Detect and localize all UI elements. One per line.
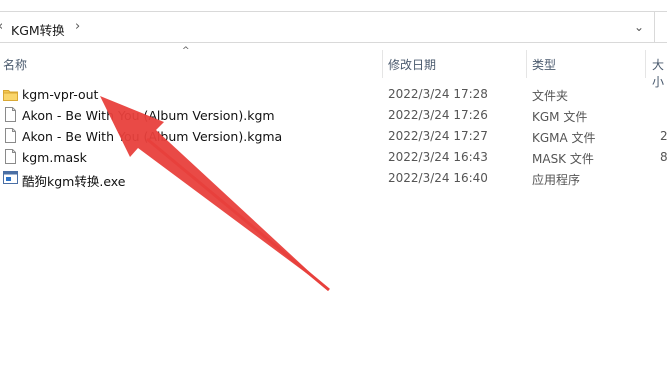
breadcrumb-current-folder[interactable]: KGM转换 (11, 20, 65, 39)
column-divider[interactable] (382, 50, 383, 78)
column-divider[interactable] (526, 50, 527, 78)
column-divider[interactable] (645, 50, 646, 78)
file-type: 文件夹 (532, 89, 569, 103)
file-row[interactable]: 酷狗kgm转换.exe 2022/3/24 16:40 应用程序 (0, 168, 667, 189)
file-type: KGM 文件 (532, 110, 588, 124)
file-type: MASK 文件 (532, 152, 594, 166)
file-date: 2022/3/24 17:28 (388, 87, 488, 101)
column-header-name[interactable]: 名称 (3, 56, 27, 73)
breadcrumb-chevron-icon[interactable]: › (75, 19, 80, 34)
file-type: KGMA 文件 (532, 131, 596, 145)
file-row[interactable]: Akon - Be With You (Album Version).kgm 2… (0, 105, 667, 126)
exe-icon (3, 171, 18, 184)
file-row[interactable]: kgm-vpr-out 2022/3/24 17:28 文件夹 (0, 84, 667, 105)
address-dropdown-icon[interactable]: ⌄ (634, 20, 644, 34)
file-row[interactable]: kgm.mask 2022/3/24 16:43 MASK 文件 8 (0, 147, 667, 168)
file-date: 2022/3/24 17:27 (388, 129, 488, 143)
file-size: 8 (660, 150, 667, 164)
file-icon (5, 128, 16, 143)
file-date: 2022/3/24 16:43 (388, 150, 488, 164)
file-name[interactable]: Akon - Be With You (Album Version).kgm (22, 108, 275, 123)
back-chevron-icon[interactable]: ‹ (0, 19, 3, 34)
file-icon (5, 149, 16, 164)
file-date: 2022/3/24 17:26 (388, 108, 488, 122)
file-name[interactable]: kgm-vpr-out (22, 87, 98, 102)
folder-icon (3, 90, 18, 101)
file-name[interactable]: Akon - Be With You (Album Version).kgma (22, 129, 282, 144)
column-header-type[interactable]: 类型 (532, 56, 556, 73)
file-size: 2 (660, 129, 667, 143)
column-header-date-modified[interactable]: 修改日期 (388, 56, 436, 73)
file-icon (5, 107, 16, 122)
file-type: 应用程序 (532, 173, 581, 187)
file-name[interactable]: 酷狗kgm转换.exe (22, 171, 126, 190)
file-date: 2022/3/24 16:40 (388, 171, 488, 185)
sort-ascending-icon: ^ (182, 46, 190, 56)
file-name[interactable]: kgm.mask (22, 150, 87, 165)
address-bar[interactable]: ‹ KGM转换 › ⌄ (0, 11, 655, 43)
refresh-button[interactable] (655, 11, 667, 43)
file-row[interactable]: Akon - Be With You (Album Version).kgma … (0, 126, 667, 147)
